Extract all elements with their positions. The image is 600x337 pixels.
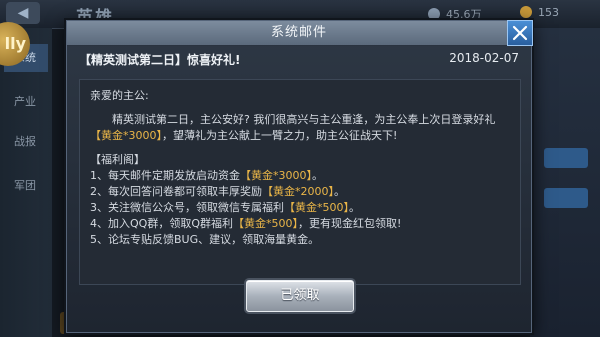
gold-amount: 153 [538,6,559,19]
right-panel-button[interactable] [544,188,588,208]
welfare-item: 3、关注微信公众号，领取微信专属福利【黄金*500】。 [90,201,360,214]
right-panel [530,28,600,337]
gold-resource: 153 [520,6,559,19]
mail-date: 2018-02-07 [449,51,519,65]
close-button[interactable] [507,20,533,46]
system-mail-dialog: 系统邮件 【精英测试第二日】惊喜好礼! 2018-02-07 亲爱的主公: 精英… [66,20,533,333]
sidebar-item-legion[interactable]: 军团 [4,172,48,200]
mail-subject: 【精英测试第二日】惊喜好礼! [79,53,241,67]
back-button[interactable]: ◀ [6,2,40,24]
sidebar: 系统 产业 战报 军团 [0,28,52,337]
close-icon [512,25,528,41]
gold-reward-text: 【黄金*3000】 [240,169,312,182]
sidebar-item-battle-report[interactable]: 战报 [4,128,48,156]
gold-reward-text: 【黄金*500】 [232,217,298,230]
welfare-item: 4、加入QQ群，领取Q群福利【黄金*500】，更有现金红包领取! [90,217,402,230]
mail-greeting: 亲爱的主公: [90,89,149,102]
right-panel-button[interactable] [544,148,588,168]
gold-ingot-icon [520,6,532,18]
gold-reward-text: 【黄金*3000】 [90,129,162,142]
dialog-title: 系统邮件 [270,25,327,40]
claimed-button[interactable]: 已领取 [246,280,354,312]
mail-body: 亲爱的主公: 精英测试第二日，主公安好? 我们很高兴与主公重逢，为主公奉上次日登… [79,79,521,285]
welfare-section-title: 【福利阁】 [90,153,145,166]
dialog-header: 系统邮件 [67,21,531,46]
gold-reward-text: 【黄金*2000】 [262,185,334,198]
mail-intro: 精英测试第二日，主公安好? 我们很高兴与主公重逢，为主公奉上次日登录好礼【黄金*… [90,113,496,142]
welfare-item: 2、每次回答问卷都可领取丰厚奖励【黄金*2000】。 [90,185,345,198]
sidebar-item-industry[interactable]: 产业 [4,88,48,116]
mail-subject-row: 【精英测试第二日】惊喜好礼! 2018-02-07 [79,51,519,69]
silver-coin-icon [428,8,440,20]
gold-reward-text: 【黄金*500】 [284,201,349,214]
welfare-item: 5、论坛专贴反馈BUG、建议，领取海量黄金。 [90,233,320,246]
welfare-item: 1、每天邮件定期发放启动资金【黄金*3000】。 [90,169,323,182]
